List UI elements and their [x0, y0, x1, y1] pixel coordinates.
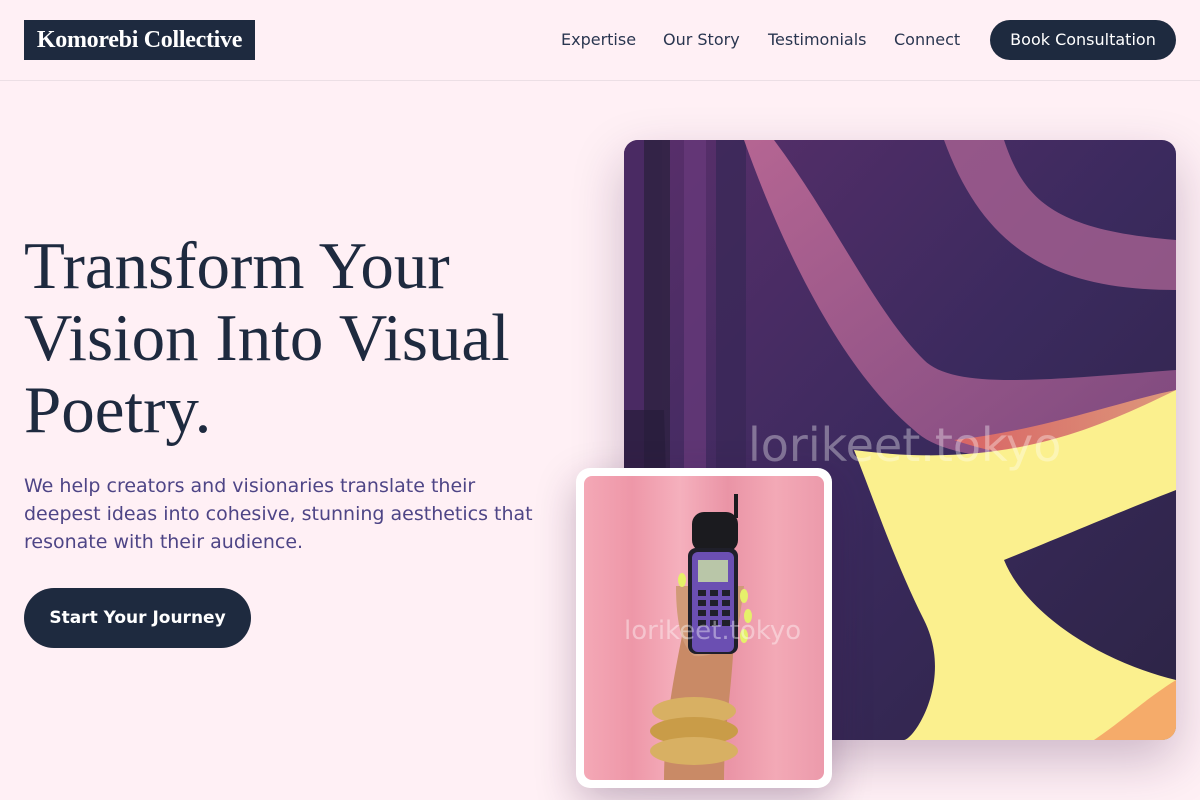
site-header: Komorebi Collective Expertise Our Story …: [0, 0, 1200, 81]
nav-link-our-story[interactable]: Our Story: [663, 29, 740, 51]
nav-link-expertise[interactable]: Expertise: [561, 29, 636, 51]
nav-link-testimonials[interactable]: Testimonials: [768, 29, 867, 51]
book-consultation-button[interactable]: Book Consultation: [990, 20, 1176, 60]
photo-watermark: lorikeet.tokyo: [624, 616, 802, 646]
nav-link-connect[interactable]: Connect: [894, 29, 960, 51]
start-journey-button[interactable]: Start Your Journey: [24, 588, 251, 648]
hero-title: Transform Your Vision Into Visual Poetry…: [24, 229, 510, 447]
photo-card: lorikeet.tokyo: [576, 468, 832, 788]
phone-hand-photo: lorikeet.tokyo: [584, 476, 824, 780]
hero-subtitle: We help creators and visionaries transla…: [24, 475, 533, 553]
brand-logo[interactable]: Komorebi Collective: [24, 20, 255, 60]
